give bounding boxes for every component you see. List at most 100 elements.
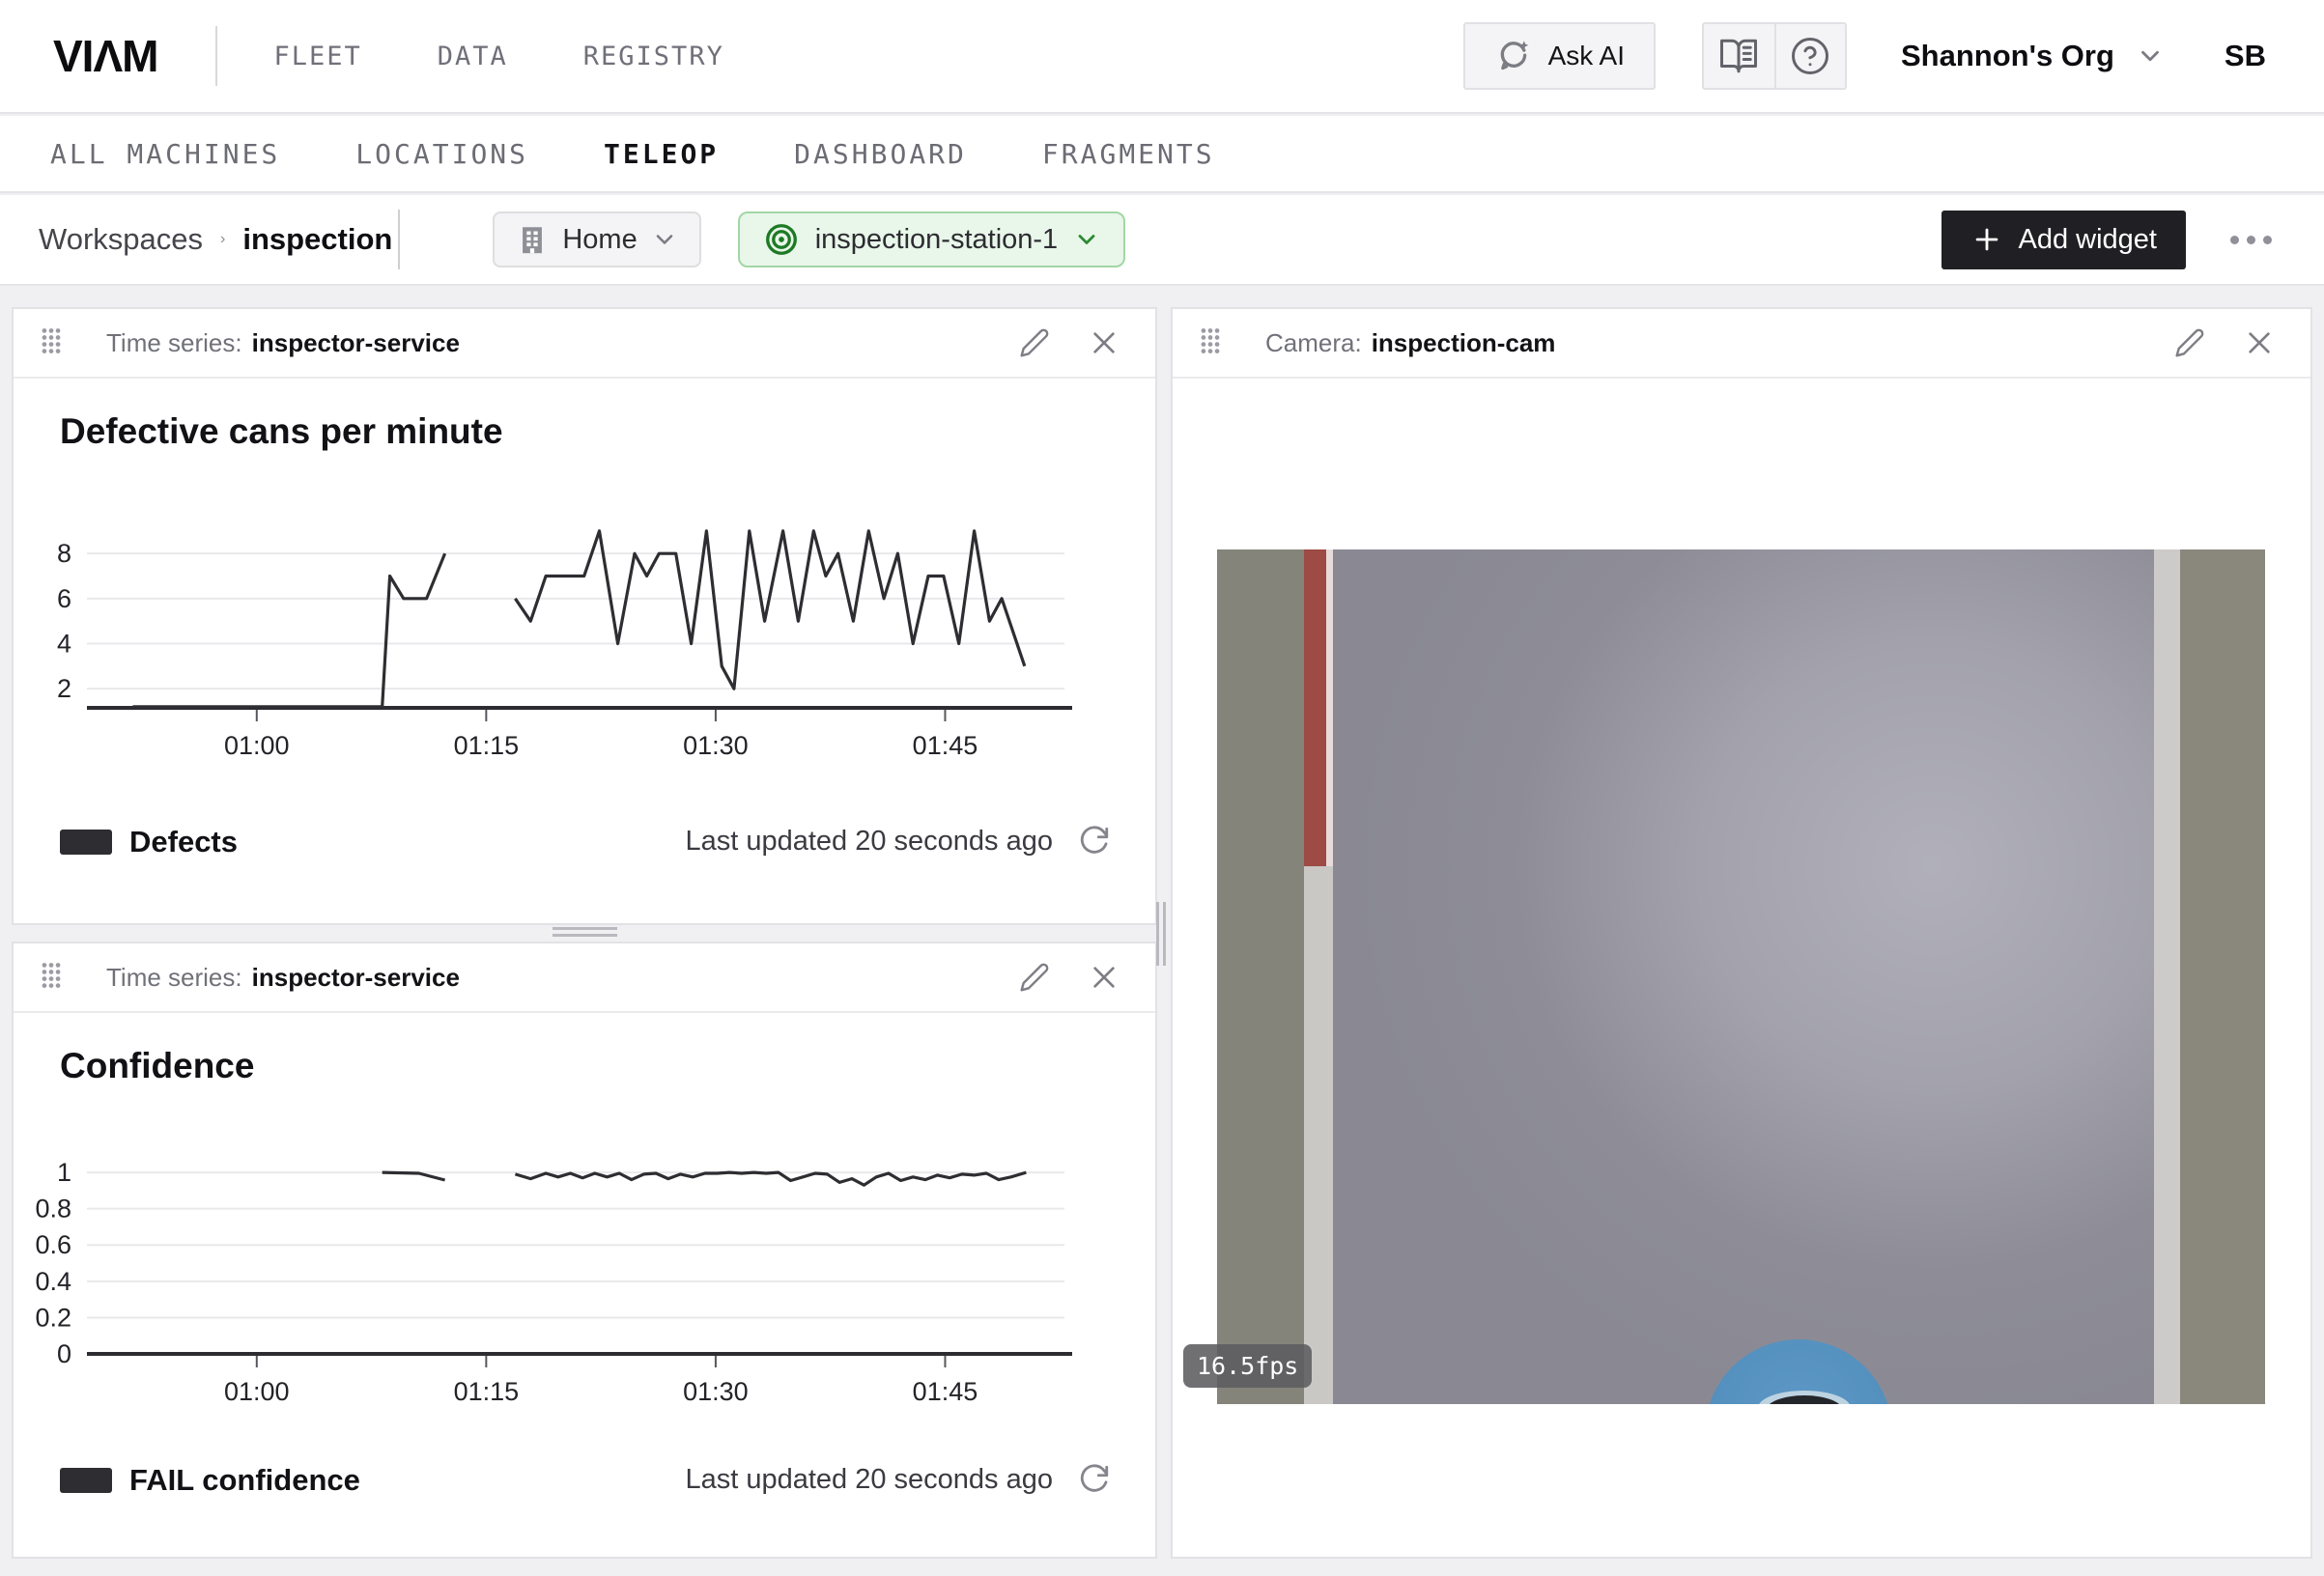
chart-title: Confidence: [60, 1046, 254, 1086]
svg-text:4: 4: [57, 630, 71, 659]
book-icon: [1718, 36, 1759, 76]
docs-button[interactable]: [1704, 24, 1774, 88]
edit-widget-button[interactable]: [1012, 321, 1057, 365]
camera-feed: [1217, 549, 2265, 1404]
confidence-line-chart: 10.80.60.40.2001:0001:1501:3001:45: [14, 1117, 1159, 1417]
refresh-button[interactable]: [1078, 825, 1111, 858]
svg-text:01:00: 01:00: [224, 1377, 290, 1406]
pencil-icon: [2174, 327, 2205, 358]
org-switcher[interactable]: Shannon's Org: [1901, 39, 2165, 73]
machine-selector-pill[interactable]: inspection-station-1: [738, 211, 1125, 267]
tab-locations[interactable]: LOCATIONS: [355, 138, 528, 170]
avatar[interactable]: SB: [2225, 39, 2266, 73]
org-name: Shannon's Org: [1901, 39, 2114, 73]
tab-dashboard[interactable]: DASHBOARD: [794, 138, 967, 170]
svg-text:01:15: 01:15: [454, 731, 520, 760]
tab-fragments[interactable]: FRAGMENTS: [1042, 138, 1215, 170]
breadcrumb-workspaces[interactable]: Workspaces: [39, 222, 203, 257]
edit-widget-button[interactable]: [2168, 321, 2212, 365]
vertical-resize-handle[interactable]: [1156, 902, 1168, 966]
close-icon: [1089, 327, 1119, 358]
chart-legend: FAIL confidence: [60, 1463, 360, 1498]
location-selector-label: Home: [562, 224, 637, 256]
last-updated-text: Last updated 20 seconds ago: [685, 826, 1053, 858]
drag-handle-icon[interactable]: [1200, 327, 1221, 358]
machine-live-target-icon: [763, 221, 800, 258]
camera-red-bar: [1304, 549, 1326, 866]
primary-nav: FLEET DATA REGISTRY: [273, 42, 723, 71]
close-icon: [2244, 327, 2275, 358]
top-bar: VIΛM FLEET DATA REGISTRY Ask AI: [0, 0, 2324, 114]
plus-icon: [1970, 223, 2003, 256]
camera-red-bar-highlight: [1326, 549, 1333, 866]
pencil-icon: [1019, 327, 1050, 358]
widget-header: Camera: inspection-cam: [1173, 309, 2310, 379]
last-updated-text: Last updated 20 seconds ago: [685, 1464, 1053, 1496]
svg-text:0.6: 0.6: [35, 1230, 71, 1259]
camera-belt-surface: [1333, 549, 2154, 1404]
svg-text:0: 0: [57, 1339, 71, 1368]
svg-text:0.2: 0.2: [35, 1303, 71, 1332]
camera-right-wall: [2180, 549, 2265, 1404]
building-icon: [516, 223, 549, 256]
nav-item-fleet[interactable]: FLEET: [273, 42, 361, 71]
viam-logo[interactable]: VIΛM: [53, 30, 157, 82]
workspace-toolbar: Workspaces › inspection Home: [0, 195, 2324, 286]
widget-type-label: Camera:: [1265, 328, 1362, 358]
close-widget-button[interactable]: [1082, 955, 1126, 999]
drag-handle-icon[interactable]: [41, 962, 62, 993]
breadcrumb-separator: ›: [220, 231, 225, 248]
pencil-icon: [1019, 962, 1050, 993]
chart-legend: Defects: [60, 825, 238, 859]
svg-text:01:15: 01:15: [454, 1377, 520, 1406]
camera-left-rail: [1304, 866, 1333, 1404]
last-updated-row: Last updated 20 seconds ago: [685, 1463, 1111, 1496]
legend-label: Defects: [129, 825, 238, 859]
add-widget-label: Add widget: [2019, 224, 2158, 256]
widget-type-label: Time series:: [106, 328, 242, 358]
location-selector-button[interactable]: Home: [493, 211, 700, 267]
widget-timeseries-confidence: Time series: inspector-service Confidenc…: [12, 942, 1157, 1559]
close-widget-button[interactable]: [2237, 321, 2281, 365]
refresh-button[interactable]: [1078, 1463, 1111, 1496]
help-icon-group: [1702, 22, 1847, 90]
close-widget-button[interactable]: [1082, 321, 1126, 365]
edit-widget-button[interactable]: [1012, 955, 1057, 999]
svg-text:0.4: 0.4: [35, 1267, 71, 1296]
nav-item-data[interactable]: DATA: [438, 42, 508, 71]
ask-ai-label: Ask AI: [1548, 41, 1625, 71]
camera-left-wall: [1217, 549, 1304, 1404]
fleet-subnav: ALL MACHINES LOCATIONS TELEOP DASHBOARD …: [0, 116, 2324, 193]
ask-ai-button[interactable]: Ask AI: [1463, 22, 1656, 90]
widget-camera: Camera: inspection-cam: [1171, 307, 2312, 1559]
tab-teleop[interactable]: TELEOP: [604, 138, 719, 170]
nav-item-registry[interactable]: REGISTRY: [583, 42, 724, 71]
widget-header: Time series: inspector-service: [14, 309, 1155, 379]
svg-text:01:00: 01:00: [224, 731, 290, 760]
widget-service-name: inspection-cam: [1372, 328, 1556, 358]
widget-timeseries-defects: Time series: inspector-service Defective…: [12, 307, 1157, 925]
widget-type-label: Time series:: [106, 963, 242, 993]
breadcrumb-current-workspace[interactable]: inspection: [242, 222, 392, 257]
last-updated-row: Last updated 20 seconds ago: [685, 825, 1111, 858]
workspace-overflow-menu[interactable]: [2221, 226, 2281, 254]
ask-ai-sparkle-icon: [1494, 37, 1533, 75]
defects-line-chart: 864201:0001:1501:3001:45: [14, 483, 1159, 773]
svg-text:01:45: 01:45: [913, 731, 978, 760]
widget-service-name: inspector-service: [252, 963, 460, 993]
legend-swatch: [60, 830, 112, 855]
add-widget-button[interactable]: Add widget: [1941, 211, 2187, 269]
svg-text:01:30: 01:30: [683, 731, 749, 760]
widget-service-name: inspector-service: [252, 328, 460, 358]
breadcrumb-divider: [398, 210, 400, 269]
svg-text:01:30: 01:30: [683, 1377, 749, 1406]
fps-badge: 16.5fps: [1183, 1344, 1312, 1388]
help-button[interactable]: [1774, 24, 1845, 88]
horizontal-resize-handle[interactable]: [553, 927, 617, 939]
tab-all-machines[interactable]: ALL MACHINES: [50, 138, 280, 170]
drag-handle-icon[interactable]: [41, 327, 62, 358]
svg-text:01:45: 01:45: [913, 1377, 978, 1406]
chart-title: Defective cans per minute: [60, 411, 503, 452]
svg-text:6: 6: [57, 584, 71, 613]
camera-right-rail: [2154, 549, 2180, 1404]
